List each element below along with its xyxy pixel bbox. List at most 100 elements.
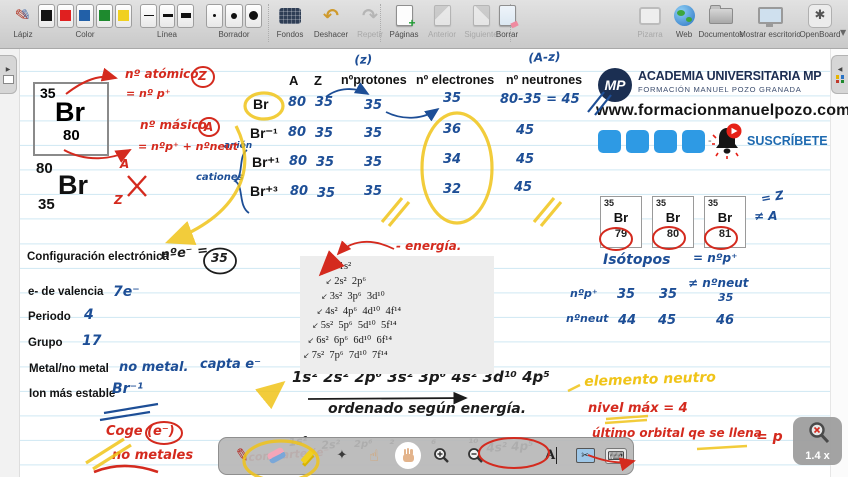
library-icon bbox=[3, 75, 14, 84]
redo-button[interactable]: ↷ Repetir bbox=[352, 2, 388, 39]
line-thin-button[interactable] bbox=[140, 4, 157, 28]
handwriting-annotation: = nºp⁺ bbox=[693, 252, 737, 265]
handwriting-annotation: 45 bbox=[516, 153, 534, 167]
board-mode-button[interactable]: Pizarra bbox=[632, 2, 668, 39]
palette-highlighter-icon[interactable] bbox=[295, 442, 321, 469]
handwriting-annotation: = p bbox=[756, 430, 783, 445]
moeller-row: 5s² 5p⁶ 5d¹⁰ 5f¹⁴ bbox=[312, 319, 397, 331]
chevron-down-icon[interactable]: ▼ bbox=[840, 28, 846, 37]
handwriting-annotation: nºp⁺ bbox=[570, 288, 598, 300]
nuclide-atomic-number: 35 bbox=[38, 196, 55, 213]
handwriting-annotation: 80 bbox=[290, 185, 308, 199]
palette-eraser-icon[interactable] bbox=[263, 442, 289, 469]
species-br-minus1: Br⁻¹ bbox=[250, 126, 278, 141]
backgrounds-button[interactable]: Fondos bbox=[272, 2, 308, 39]
palette-keyboard-icon[interactable]: ⌨ bbox=[603, 442, 629, 469]
handwriting-annotation: 35 bbox=[718, 292, 733, 304]
palette-pen-icon[interactable]: ✎ bbox=[229, 442, 255, 469]
magnifier-icon bbox=[803, 421, 833, 447]
pages-button[interactable]: + Páginas bbox=[386, 2, 422, 39]
color-swatch-button[interactable] bbox=[76, 4, 93, 28]
handwriting-annotation: Isótopos bbox=[603, 253, 670, 268]
label-configuracion: Configuración electrónica bbox=[27, 251, 169, 263]
handwriting-annotation: nivel máx = 4 bbox=[588, 402, 688, 416]
eraser-small-button[interactable] bbox=[206, 4, 223, 28]
moeller-row: 6s² 6p⁶ 6d¹⁰ 6f¹⁴ bbox=[308, 334, 393, 346]
label-metal: Metal/no metal bbox=[29, 363, 109, 375]
background-grid-icon bbox=[272, 2, 308, 29]
element-card-symbol: Br bbox=[55, 97, 85, 128]
palette-text-icon[interactable]: A bbox=[538, 442, 564, 469]
label-periodo: Periodo bbox=[28, 311, 71, 323]
handwriting-annotation: Coge (e⁻) bbox=[106, 425, 175, 439]
pencil-icon: ✎ ✎ bbox=[6, 2, 40, 29]
line-width-group: Línea bbox=[139, 2, 195, 39]
previous-page-button[interactable]: Anterior bbox=[424, 2, 460, 39]
element-card-br: 35 Br 80 bbox=[33, 82, 109, 156]
color-swatch-button[interactable] bbox=[96, 4, 113, 28]
handwriting-annotation: 80 bbox=[289, 155, 307, 169]
handwriting-annotation: (A-z) bbox=[528, 50, 561, 64]
eraser-size-group: Borrador bbox=[205, 2, 263, 39]
header-protones: nºprotones bbox=[341, 74, 407, 87]
undo-icon: ↶ bbox=[311, 2, 351, 29]
header-A: A bbox=[289, 74, 298, 88]
handwriting-annotation: ≠ A bbox=[754, 210, 778, 223]
handwriting-annotation: 34 bbox=[443, 153, 461, 167]
palette-finger-icon[interactable]: ☝ bbox=[361, 442, 387, 469]
openboard-menu-button[interactable]: ✱ OpenBoard bbox=[799, 2, 841, 39]
left-drawer-tab[interactable]: ▶ bbox=[0, 55, 17, 94]
clear-page-button[interactable]: Borrar bbox=[488, 2, 526, 39]
palette-zoom-out-icon[interactable] bbox=[463, 442, 489, 469]
palette-selector-icon[interactable]: ✦ bbox=[329, 442, 355, 469]
pen-tool-button[interactable]: ✎ ✎ Lápiz bbox=[6, 2, 40, 39]
facebook-icon bbox=[598, 130, 621, 153]
handwriting-annotation: 45 bbox=[516, 124, 534, 138]
zoom-widget[interactable]: 1.4 x bbox=[793, 417, 842, 465]
academy-subtitle: FORMACIÓN MANUEL POZO GRANADA bbox=[638, 85, 801, 94]
academy-title: ACADEMIA UNIVERSITARIA MP bbox=[638, 69, 821, 83]
handwriting-annotation: 36 bbox=[443, 123, 461, 137]
nuclide-symbol: Br bbox=[58, 170, 88, 201]
eraser-medium-button[interactable] bbox=[225, 4, 242, 28]
isotope-text: 35 bbox=[604, 198, 614, 208]
expand-left-icon: ◀ bbox=[838, 66, 843, 73]
moeller-row: 3s² 3p⁶ 3d¹⁰ bbox=[321, 290, 385, 302]
eraser-large-button[interactable] bbox=[245, 4, 262, 28]
color-swatch-button[interactable] bbox=[57, 4, 74, 28]
handwriting-annotation: 45 bbox=[514, 181, 532, 195]
show-desktop-button[interactable]: Mostrar escritorio bbox=[736, 2, 804, 39]
handwriting-annotation: cationes bbox=[196, 173, 244, 184]
moeller-row: 1s² bbox=[330, 261, 351, 272]
handwriting-annotation: 35 bbox=[617, 288, 635, 302]
color-swatch-button[interactable] bbox=[38, 4, 55, 28]
handwriting-annotation: 35 bbox=[315, 96, 333, 110]
palette-capture-icon[interactable]: ✂ bbox=[572, 442, 598, 469]
handwriting-annotation: Br⁻¹ bbox=[112, 382, 143, 397]
handwriting-annotation: nºe⁻ = bbox=[160, 244, 209, 263]
label-ion: Ion más estable bbox=[29, 388, 115, 400]
handwriting-annotation: 35 bbox=[659, 288, 677, 302]
color-group: Color bbox=[37, 2, 133, 39]
line-thick-button[interactable] bbox=[177, 4, 194, 28]
handwriting-annotation: 45 bbox=[658, 314, 676, 328]
academy-logo: MP bbox=[598, 68, 632, 102]
handwriting-annotation: 4 bbox=[84, 308, 94, 323]
palette-hand-icon[interactable] bbox=[395, 442, 421, 469]
line-medium-button[interactable] bbox=[159, 4, 176, 28]
isotope-text: Br bbox=[653, 210, 693, 225]
color-swatch-button[interactable] bbox=[115, 4, 132, 28]
handwriting-annotation: 35 bbox=[443, 92, 461, 106]
right-drawer-tab[interactable]: ◀ bbox=[831, 55, 848, 94]
isotope-text: Br bbox=[601, 210, 641, 225]
handwriting-annotation: capta e⁻ bbox=[200, 358, 261, 372]
handwriting-annotation: nºneut bbox=[566, 313, 608, 325]
undo-button[interactable]: ↶ Deshacer bbox=[311, 2, 351, 39]
handwriting-annotation: 35 bbox=[315, 127, 333, 141]
moeller-row: 7s² 7p⁶ 7d¹⁰ 7f¹⁴ bbox=[303, 349, 388, 361]
stylus-palette[interactable]: ✎ ✦ ☝ A ✂ ⌨ bbox=[218, 437, 634, 475]
isotope-card-81: 35Br81 bbox=[704, 196, 746, 248]
handwriting-annotation: Z bbox=[198, 70, 207, 83]
isotope-card-79: 35Br79 bbox=[600, 196, 642, 248]
palette-zoom-in-icon[interactable] bbox=[429, 442, 455, 469]
